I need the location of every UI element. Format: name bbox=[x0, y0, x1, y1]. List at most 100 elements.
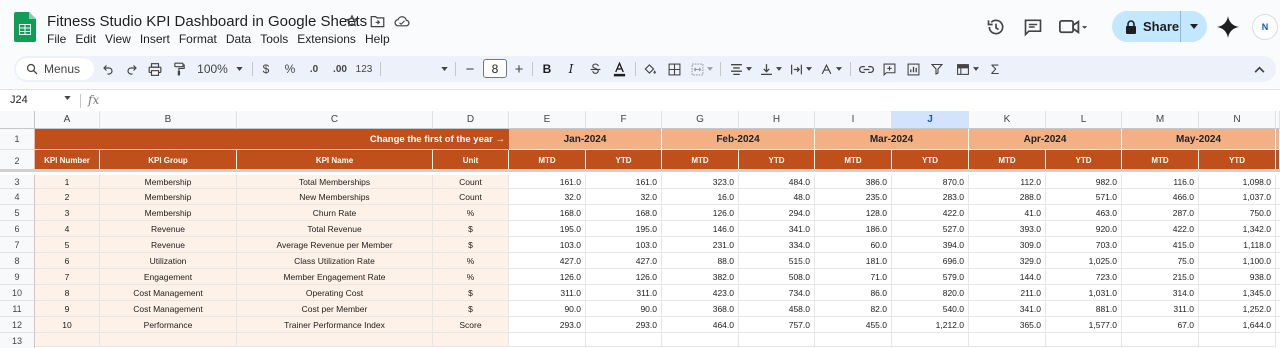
vertical-align-icon[interactable] bbox=[758, 58, 784, 80]
value-cell[interactable]: 88.0 bbox=[662, 253, 739, 269]
value-cell-partial[interactable] bbox=[1276, 301, 1280, 317]
row-header-8[interactable]: 8 bbox=[0, 253, 35, 269]
row-header-12[interactable]: 12 bbox=[0, 317, 35, 333]
kpi-name-cell[interactable]: Average Revenue per Member bbox=[237, 237, 433, 253]
value-cell[interactable]: 144.0 bbox=[969, 269, 1046, 285]
column-header-e[interactable]: E bbox=[509, 111, 586, 129]
zoom-select[interactable]: 100% bbox=[196, 58, 244, 80]
value-cell[interactable]: 211.0 bbox=[969, 285, 1046, 301]
column-header-b[interactable]: B bbox=[100, 111, 237, 129]
kpi-number-cell[interactable]: 4 bbox=[35, 221, 100, 237]
text-color-icon[interactable] bbox=[611, 58, 627, 80]
unit-cell[interactable]: Count bbox=[433, 175, 509, 189]
value-cell[interactable]: 466.0 bbox=[1122, 189, 1199, 205]
value-cell[interactable]: 126.0 bbox=[509, 269, 586, 285]
empty-cell[interactable] bbox=[433, 333, 509, 347]
value-cell[interactable]: 540.0 bbox=[892, 301, 969, 317]
strikethrough-icon[interactable] bbox=[587, 58, 603, 80]
kpi-name-cell[interactable]: Member Engagement Rate bbox=[237, 269, 433, 285]
unit-cell[interactable]: % bbox=[433, 253, 509, 269]
empty-cell[interactable] bbox=[586, 333, 662, 347]
value-cell[interactable]: 311.0 bbox=[586, 285, 662, 301]
value-cell[interactable]: 195.0 bbox=[509, 221, 586, 237]
value-cell[interactable]: 938.0 bbox=[1199, 269, 1276, 285]
value-cell[interactable]: 422.0 bbox=[1122, 221, 1199, 237]
empty-cell[interactable] bbox=[1199, 333, 1276, 347]
kpi-group-cell[interactable]: Membership bbox=[100, 175, 237, 189]
value-cell[interactable]: 126.0 bbox=[662, 205, 739, 221]
value-cell[interactable]: 41.0 bbox=[969, 205, 1046, 221]
value-cell[interactable]: 146.0 bbox=[662, 221, 739, 237]
column-header-a[interactable]: A bbox=[35, 111, 100, 129]
empty-cell[interactable] bbox=[662, 333, 739, 347]
value-cell[interactable]: 103.0 bbox=[586, 237, 662, 253]
row-header-3[interactable]: 3 bbox=[0, 175, 35, 189]
value-cell[interactable]: 1,345.0 bbox=[1199, 285, 1276, 301]
value-cell[interactable]: 82.0 bbox=[815, 301, 892, 317]
account-avatar[interactable]: N bbox=[1252, 14, 1278, 40]
kpi-name-cell[interactable]: Operating Cost bbox=[237, 285, 433, 301]
frozen-rows-divider[interactable] bbox=[0, 169, 1280, 172]
increase-font-size-button[interactable]: + bbox=[512, 58, 526, 80]
empty-cell[interactable] bbox=[815, 333, 892, 347]
menu-tools[interactable]: Tools bbox=[260, 32, 293, 46]
value-cell[interactable]: 235.0 bbox=[815, 189, 892, 205]
menu-file[interactable]: File bbox=[47, 32, 71, 46]
kpi-number-cell[interactable]: 5 bbox=[35, 237, 100, 253]
column-header-i[interactable]: I bbox=[815, 111, 892, 129]
value-cell[interactable]: 1,031.0 bbox=[1046, 285, 1122, 301]
value-cell[interactable]: 1,577.0 bbox=[1046, 317, 1122, 333]
currency-format-button[interactable]: $ bbox=[260, 58, 272, 80]
empty-cell[interactable] bbox=[892, 333, 969, 347]
column-header-m[interactable]: M bbox=[1122, 111, 1199, 129]
insert-chart-icon[interactable] bbox=[905, 58, 921, 80]
value-cell[interactable]: 365.0 bbox=[969, 317, 1046, 333]
merge-cells-icon[interactable] bbox=[690, 58, 714, 80]
value-cell[interactable]: 293.0 bbox=[509, 317, 586, 333]
kpi-name-cell[interactable]: Total Memberships bbox=[237, 175, 433, 189]
value-cell[interactable]: 323.0 bbox=[662, 175, 739, 189]
empty-cell[interactable] bbox=[509, 333, 586, 347]
row-header-7[interactable]: 7 bbox=[0, 237, 35, 253]
kpi-number-cell[interactable]: 3 bbox=[35, 205, 100, 221]
kpi-name-cell[interactable]: New Memberships bbox=[237, 189, 433, 205]
column-header-partial[interactable] bbox=[1276, 111, 1280, 129]
row-header-1[interactable]: 1 bbox=[0, 129, 35, 150]
empty-cell[interactable] bbox=[739, 333, 815, 347]
gemini-icon[interactable] bbox=[1216, 15, 1240, 39]
kpi-group-cell[interactable]: Utilization bbox=[100, 253, 237, 269]
column-header-h[interactable]: H bbox=[739, 111, 815, 129]
percent-format-button[interactable]: % bbox=[284, 58, 296, 80]
kpi-group-cell[interactable]: Engagement bbox=[100, 269, 237, 285]
kpi-group-cell[interactable]: Revenue bbox=[100, 221, 237, 237]
kpi-group-cell[interactable]: Membership bbox=[100, 189, 237, 205]
version-history-icon[interactable] bbox=[983, 14, 1009, 40]
value-cell[interactable]: 231.0 bbox=[662, 237, 739, 253]
italic-button[interactable]: I bbox=[564, 58, 578, 80]
value-cell[interactable]: 415.0 bbox=[1122, 237, 1199, 253]
value-cell[interactable]: 334.0 bbox=[739, 237, 815, 253]
insert-comment-icon[interactable] bbox=[881, 58, 897, 80]
paint-format-icon[interactable] bbox=[171, 58, 187, 80]
value-cell[interactable]: 757.0 bbox=[739, 317, 815, 333]
value-cell[interactable]: 571.0 bbox=[1046, 189, 1122, 205]
kpi-group-cell[interactable]: Revenue bbox=[100, 237, 237, 253]
value-cell[interactable]: 48.0 bbox=[739, 189, 815, 205]
value-cell[interactable]: 60.0 bbox=[815, 237, 892, 253]
value-cell[interactable]: 696.0 bbox=[892, 253, 969, 269]
menu-view[interactable]: View bbox=[105, 32, 136, 46]
document-title[interactable]: Fitness Studio KPI Dashboard in Google S… bbox=[47, 13, 367, 30]
value-cell[interactable]: 393.0 bbox=[969, 221, 1046, 237]
value-cell[interactable]: 309.0 bbox=[969, 237, 1046, 253]
kpi-name-cell[interactable]: Trainer Performance Index bbox=[237, 317, 433, 333]
value-cell[interactable]: 288.0 bbox=[969, 189, 1046, 205]
menu-data[interactable]: Data bbox=[226, 32, 256, 46]
value-cell[interactable]: 1,037.0 bbox=[1199, 189, 1276, 205]
name-box[interactable]: J24 bbox=[10, 94, 28, 106]
value-cell[interactable]: 341.0 bbox=[739, 221, 815, 237]
comments-icon[interactable] bbox=[1020, 14, 1046, 40]
value-cell[interactable]: 287.0 bbox=[1122, 205, 1199, 221]
value-cell[interactable]: 422.0 bbox=[892, 205, 969, 221]
unit-cell[interactable]: % bbox=[433, 269, 509, 285]
value-cell[interactable]: 90.0 bbox=[586, 301, 662, 317]
